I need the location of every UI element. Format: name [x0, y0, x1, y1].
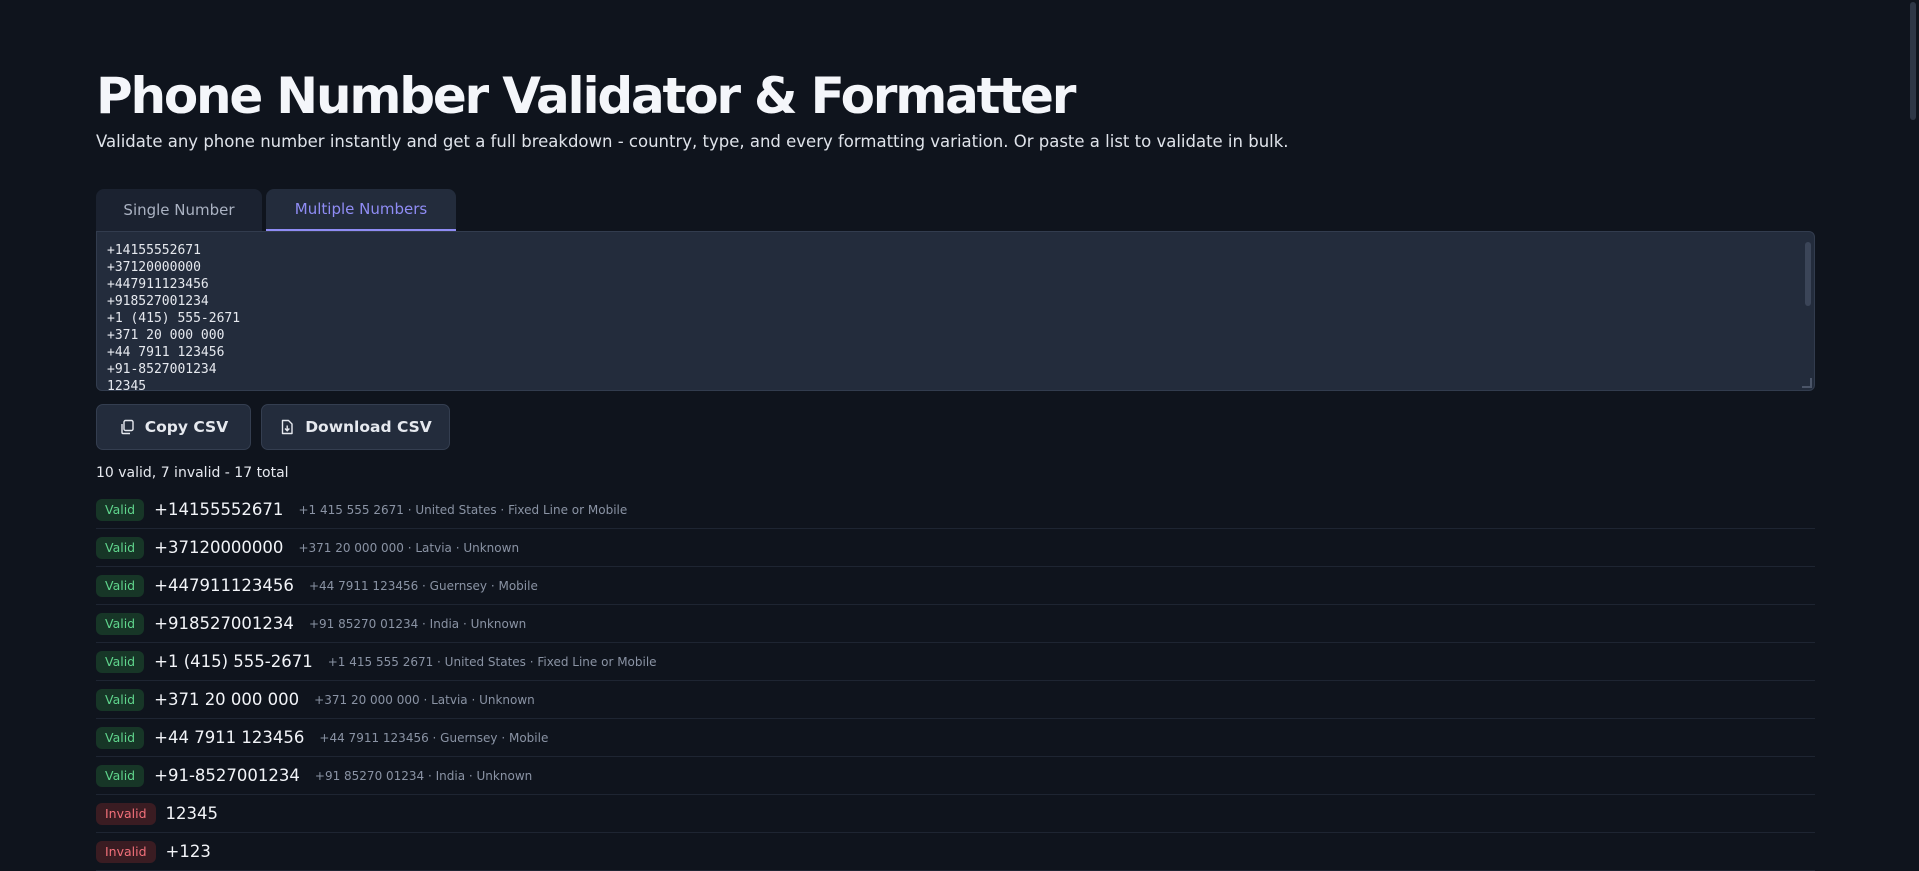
result-number: +44 7911 123456	[154, 728, 305, 747]
result-row: Valid +918527001234 +91 85270 01234 · In…	[96, 605, 1815, 643]
status-badge: Valid	[96, 612, 145, 635]
status-badge: Valid	[96, 498, 145, 521]
validation-summary: 10 valid, 7 invalid - 17 total	[96, 465, 289, 481]
tab-single-number[interactable]: Single Number	[96, 189, 262, 231]
page-scrollbar[interactable]	[1910, 2, 1916, 120]
result-number: +14155552671	[154, 500, 284, 519]
result-number: 12345	[165, 804, 219, 823]
textarea-resize-handle[interactable]	[1802, 378, 1812, 388]
result-details: +1 415 555 2671 · United States · Fixed …	[327, 654, 657, 669]
result-details: +371 20 000 000 · Latvia · Unknown	[314, 692, 535, 707]
status-badge: Valid	[96, 574, 145, 597]
copy-csv-label: Copy CSV	[144, 418, 229, 436]
result-row: Invalid +123	[96, 833, 1815, 871]
status-badge: Valid	[96, 536, 145, 559]
result-details: +371 20 000 000 · Latvia · Unknown	[298, 540, 520, 555]
result-row: Valid +14155552671 +1 415 555 2671 · Uni…	[96, 491, 1815, 529]
status-badge: Valid	[96, 726, 145, 749]
result-details: +91 85270 01234 · India · Unknown	[308, 616, 527, 631]
download-csv-label: Download CSV	[305, 418, 432, 436]
result-number: +123	[165, 842, 211, 861]
result-row: Invalid 12345	[96, 795, 1815, 833]
result-number: +918527001234	[154, 614, 294, 633]
mode-tabs: Single Number Multiple Numbers	[96, 189, 460, 231]
result-details: +91 85270 01234 · India · Unknown	[314, 768, 533, 783]
result-details: +44 7911 123456 · Guernsey · Mobile	[319, 730, 549, 745]
result-details: +44 7911 123456 · Guernsey · Mobile	[308, 578, 538, 593]
result-number: +447911123456	[154, 576, 294, 595]
result-row: Valid +44 7911 123456 +44 7911 123456 · …	[96, 719, 1815, 757]
status-badge: Valid	[96, 764, 145, 787]
tab-multiple-numbers[interactable]: Multiple Numbers	[266, 189, 456, 231]
numbers-textarea-value[interactable]: +14155552671 +37120000000 +447911123456 …	[107, 242, 240, 390]
status-badge: Valid	[96, 688, 145, 711]
result-row: Valid +91-8527001234 +91 85270 01234 · I…	[96, 757, 1815, 795]
copy-csv-button[interactable]: Copy CSV	[96, 404, 251, 450]
page-subtitle: Validate any phone number instantly and …	[96, 132, 1289, 151]
result-number: +371 20 000 000	[154, 690, 300, 709]
file-download-icon	[281, 419, 293, 435]
result-number: +1 (415) 555-2671	[154, 652, 313, 671]
download-csv-button[interactable]: Download CSV	[261, 404, 450, 450]
status-badge: Invalid	[96, 840, 156, 863]
result-row: Valid +37120000000 +371 20 000 000 · Lat…	[96, 529, 1815, 567]
result-details: +1 415 555 2671 · United States · Fixed …	[298, 502, 628, 517]
page-title: Phone Number Validator & Formatter	[96, 67, 1076, 125]
result-number: +37120000000	[154, 538, 284, 557]
status-badge: Invalid	[96, 802, 156, 825]
status-badge: Valid	[96, 650, 145, 673]
result-row: Valid +447911123456 +44 7911 123456 · Gu…	[96, 567, 1815, 605]
result-row: Valid +371 20 000 000 +371 20 000 000 · …	[96, 681, 1815, 719]
numbers-textarea[interactable]: +14155552671 +37120000000 +447911123456 …	[96, 231, 1815, 391]
results-list: Valid +14155552671 +1 415 555 2671 · Uni…	[96, 491, 1815, 871]
copy-icon	[121, 419, 134, 435]
result-row: Valid +1 (415) 555-2671 +1 415 555 2671 …	[96, 643, 1815, 681]
result-number: +91-8527001234	[154, 766, 300, 785]
textarea-scrollbar[interactable]	[1805, 242, 1811, 306]
